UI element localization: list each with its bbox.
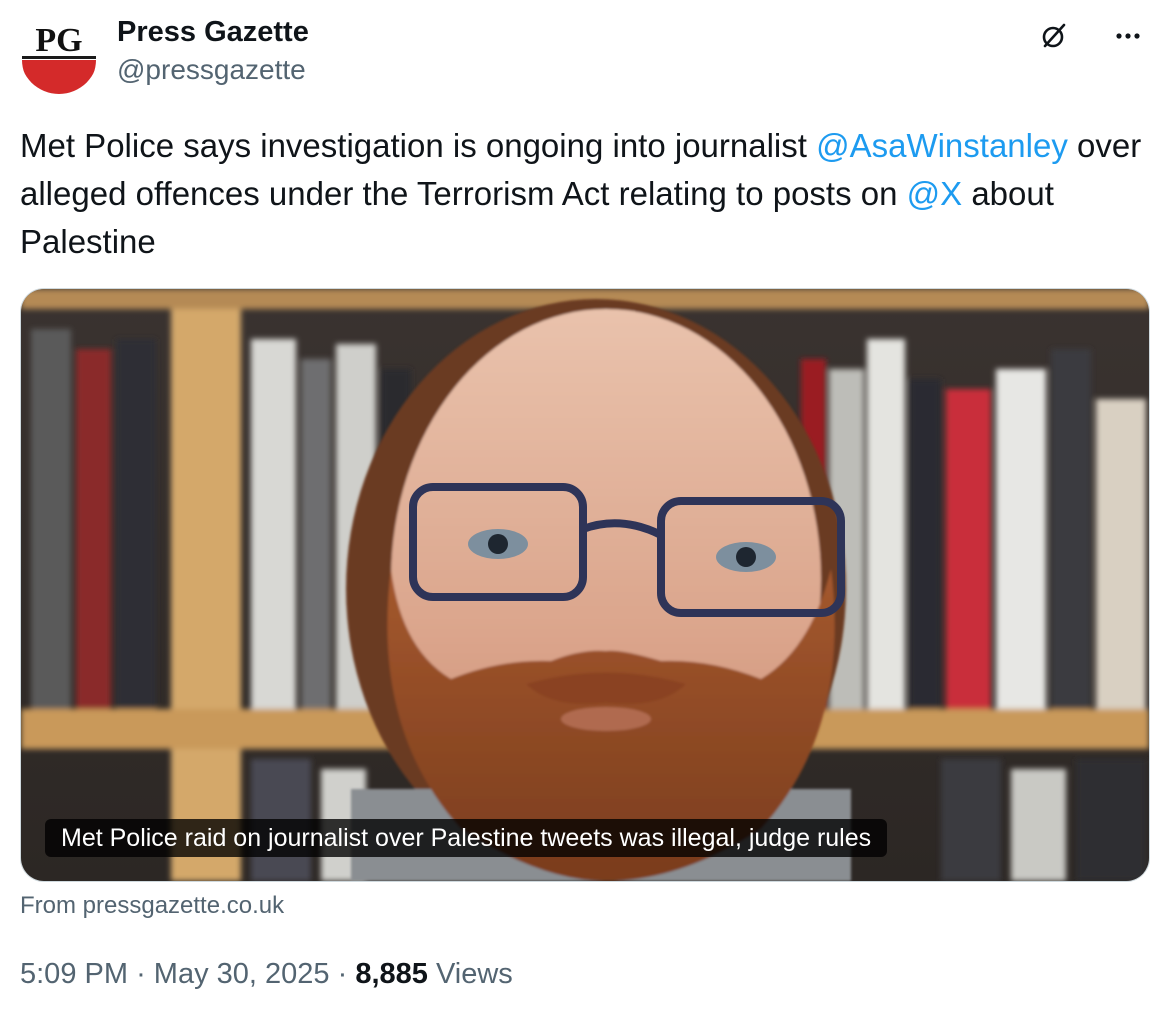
more-icon [1116,33,1140,39]
grok-button[interactable] [1032,14,1076,58]
views-label: Views [435,958,513,990]
avatar-logo-text: PG [35,22,82,59]
mention-asawinstanley[interactable]: @AsaWinstanley [816,127,1068,164]
mention-x[interactable]: @X [907,175,963,212]
card-photo [21,289,1149,881]
tweet: PG Press Gazette @pressgazette Met Polic… [0,0,1166,1016]
author-handle[interactable]: @pressgazette [117,52,309,88]
author-block: Press Gazette @pressgazette [117,14,309,88]
tweet-meta: 5:09 PM · May 30, 2025 · 8,885 Views [20,954,513,994]
views-count: 8,885 [355,958,428,990]
card-source-link[interactable]: From pressgazette.co.uk [20,890,284,922]
tweet-time[interactable]: 5:09 PM [20,958,128,990]
author-display-name[interactable]: Press Gazette [117,14,309,50]
card-headline: Met Police raid on journalist over Pales… [45,819,888,857]
avatar[interactable]: PG [20,16,98,94]
meta-separator: · [337,958,348,990]
link-card[interactable]: Met Police raid on journalist over Pales… [20,288,1150,882]
tweet-text: Met Police says investigation is ongoing… [20,122,1146,266]
tweet-text-part1: Met Police says investigation is ongoing… [20,127,817,164]
tweet-date[interactable]: May 30, 2025 [154,958,330,990]
more-button[interactable] [1106,14,1150,58]
grok-icon [1042,23,1066,48]
meta-separator: · [136,958,146,990]
press-gazette-logo: PG [20,16,98,94]
